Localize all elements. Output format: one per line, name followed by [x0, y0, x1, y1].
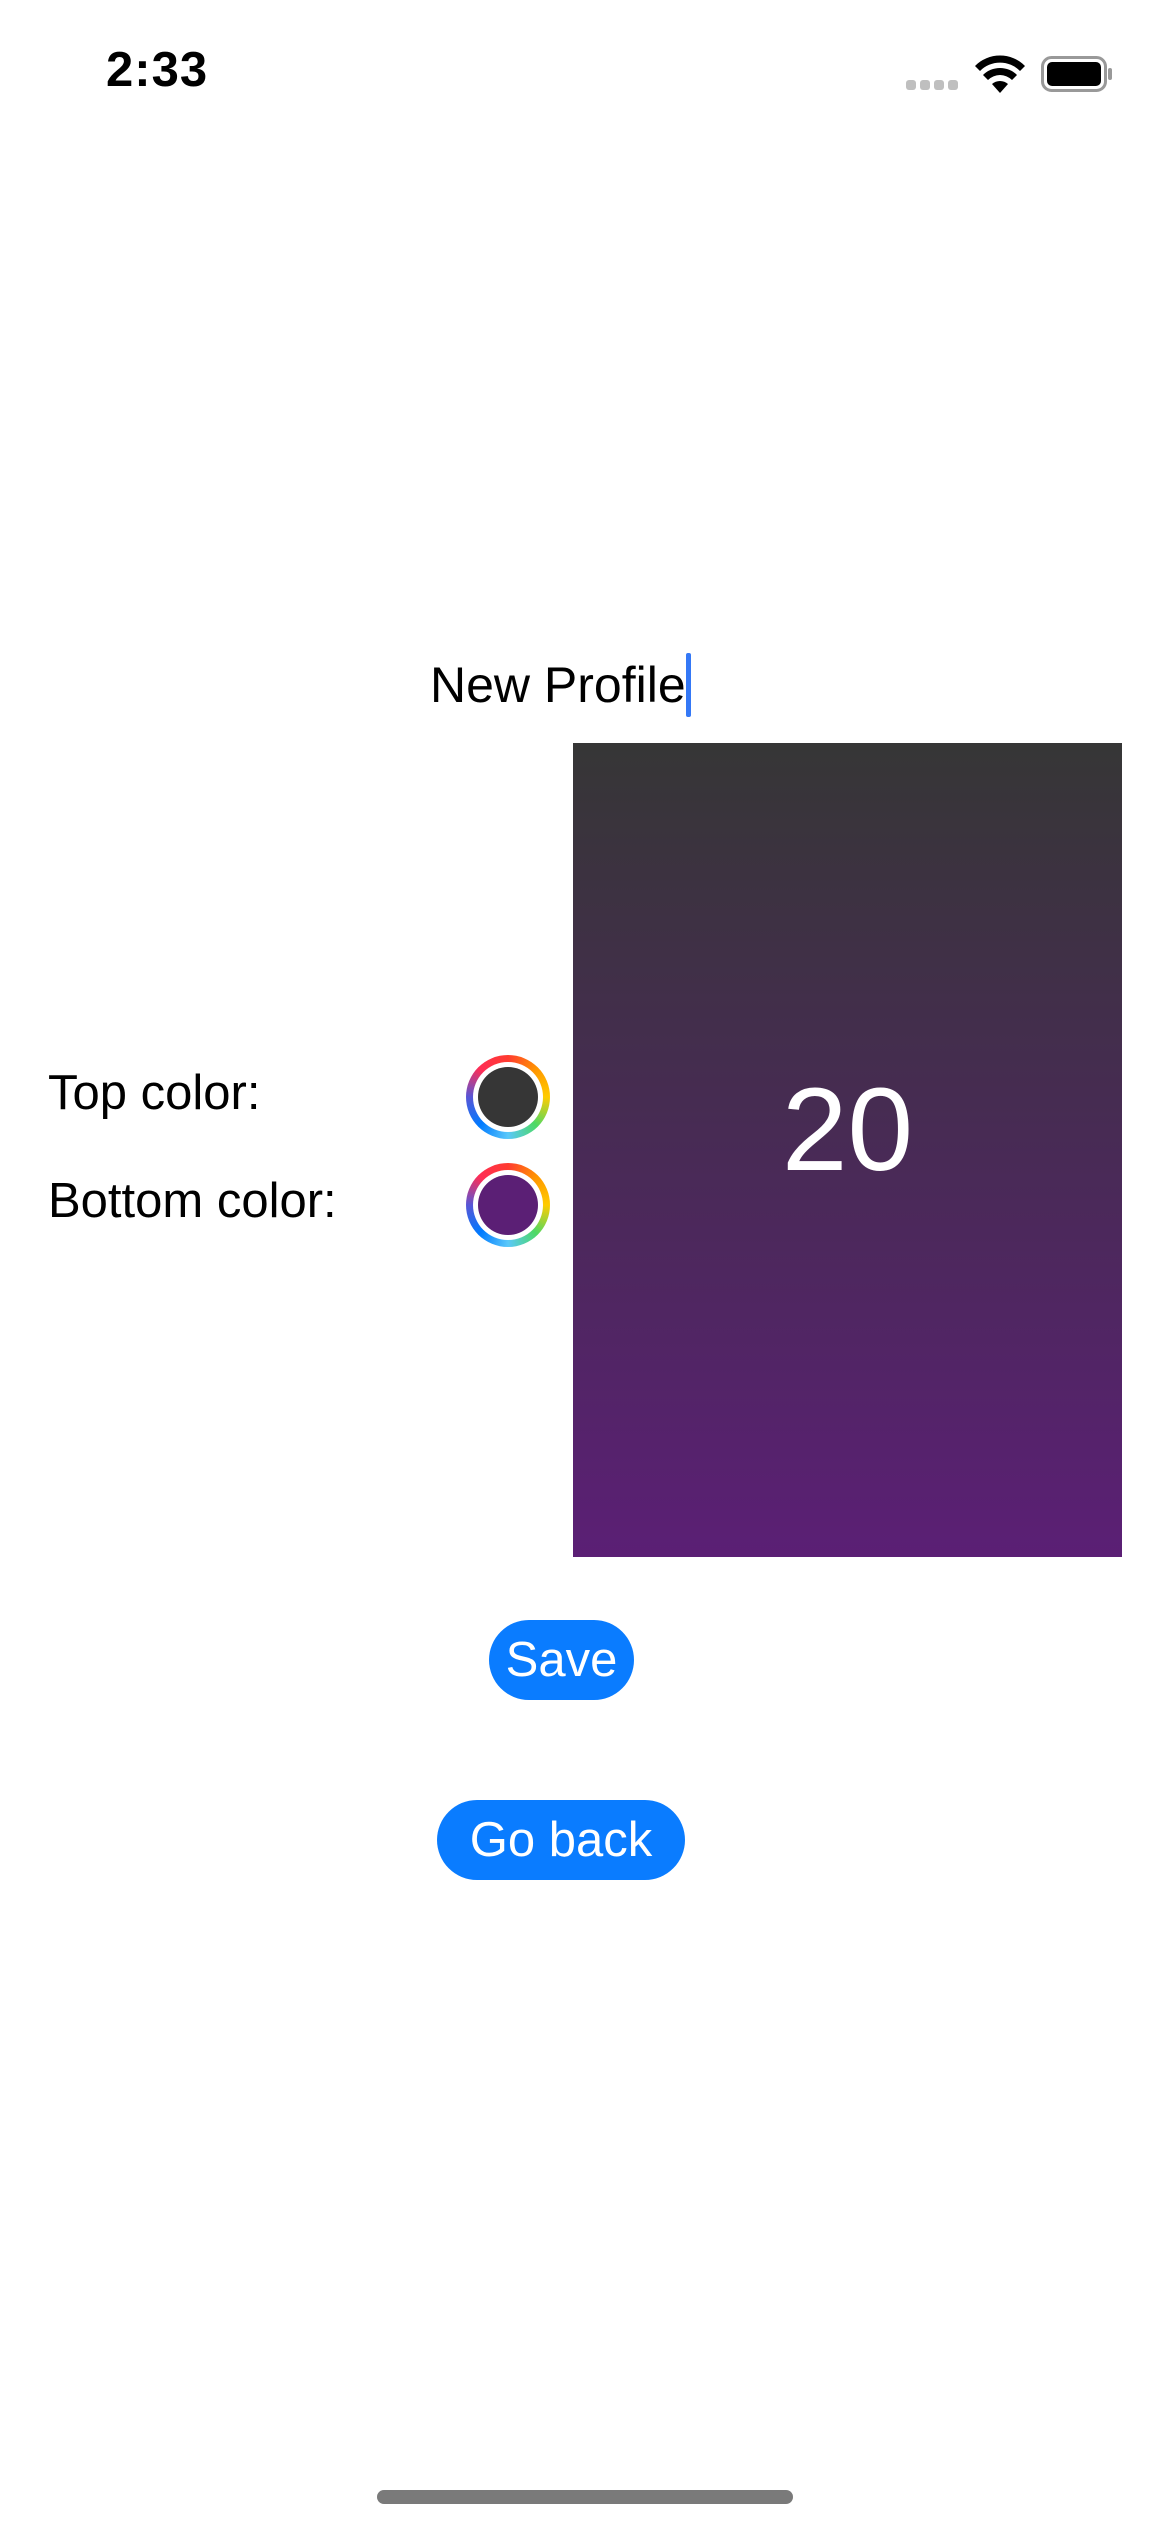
save-button[interactable]: Save — [489, 1620, 634, 1700]
screen: 2:33 New Profile Top color: Bottom color… — [0, 0, 1170, 2532]
top-color-label: Top color: — [48, 1066, 261, 1120]
preview-value: 20 — [781, 1064, 914, 1196]
bottom-color-label: Bottom color: — [48, 1174, 337, 1228]
bottom-color-swatch — [478, 1175, 538, 1235]
wifi-icon — [975, 55, 1025, 93]
status-time: 2:33 — [106, 43, 209, 97]
profile-name-text: New Profile — [430, 657, 686, 713]
top-color-swatch — [478, 1067, 538, 1127]
home-indicator[interactable] — [377, 2490, 793, 2504]
text-cursor — [685, 653, 691, 717]
cellular-signal-icon — [906, 80, 960, 92]
profile-name-field[interactable]: New Profile — [430, 650, 691, 720]
top-color-picker[interactable] — [466, 1055, 550, 1139]
gradient-preview: 20 — [573, 743, 1122, 1557]
battery-icon — [1041, 56, 1112, 92]
bottom-color-picker[interactable] — [466, 1163, 550, 1247]
go-back-button[interactable]: Go back — [437, 1800, 685, 1880]
